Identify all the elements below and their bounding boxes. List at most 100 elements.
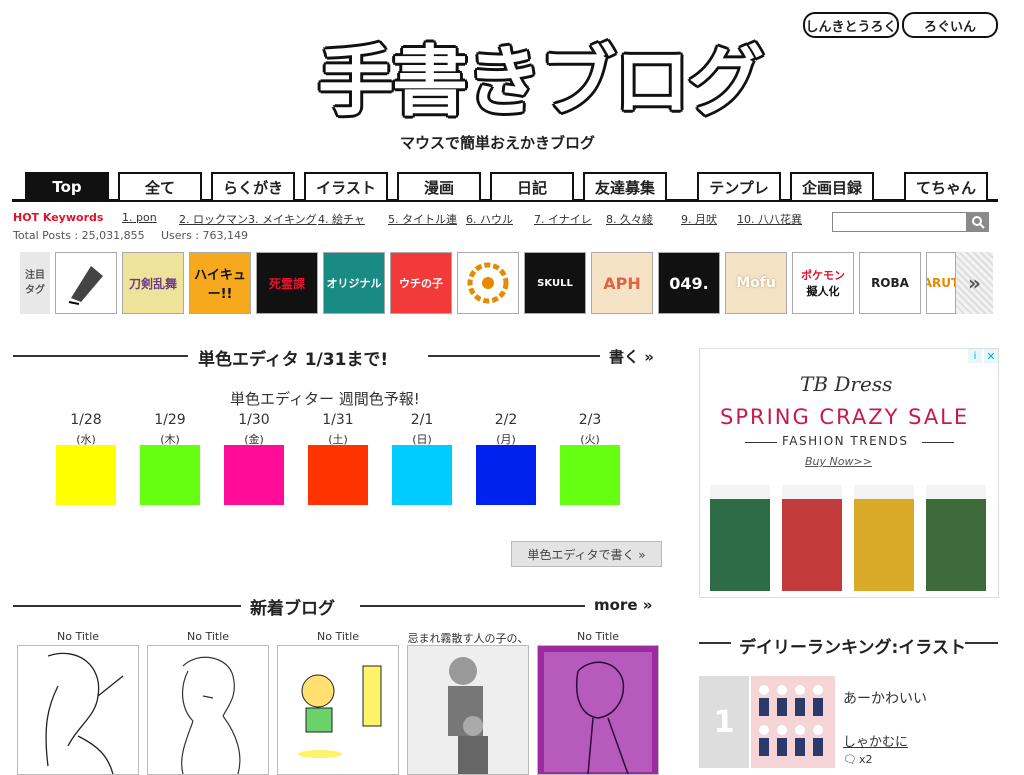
tag-thumb[interactable] bbox=[55, 252, 117, 314]
tag-thumb[interactable]: ウチの子 bbox=[390, 252, 452, 314]
blog-thumbnail[interactable] bbox=[407, 645, 529, 775]
tab-friends[interactable]: 友達募集 bbox=[583, 172, 667, 200]
rank-entry-author[interactable]: しゃかむに bbox=[843, 731, 908, 750]
mono-editor-write-link[interactable]: 書く » bbox=[609, 346, 654, 367]
forecast-date: 1/31 bbox=[322, 412, 354, 428]
forecast-date: 1/28 bbox=[70, 412, 102, 428]
keyword-link[interactable]: 3. メイキング bbox=[248, 211, 317, 227]
color-swatch bbox=[56, 445, 116, 505]
mono-editor-title: 単色エディタ 1/31まで! bbox=[198, 350, 389, 370]
section-divider bbox=[13, 355, 188, 357]
section-divider bbox=[13, 605, 241, 607]
forecast-title: 単色エディター 週間色予報! bbox=[230, 390, 420, 408]
tag-thumb[interactable]: 刀剣乱舞 bbox=[122, 252, 184, 314]
search-button[interactable] bbox=[967, 212, 989, 232]
rank-thumbnail[interactable] bbox=[751, 676, 835, 768]
ad-dress-image bbox=[854, 485, 914, 591]
blog-thumbnail[interactable] bbox=[277, 645, 399, 775]
ad-buy-link[interactable]: Buy Now>> bbox=[805, 455, 872, 468]
adchoices-icon[interactable]: i bbox=[968, 349, 982, 363]
site-tagline: マウスで簡単おえかきブログ bbox=[400, 134, 596, 152]
ad-brand: TB Dress bbox=[800, 372, 893, 396]
tab-template[interactable]: テンプレ bbox=[697, 172, 781, 200]
new-blogs-title: 新着ブログ bbox=[250, 599, 335, 619]
keyword-link[interactable]: 10. 八八花異 bbox=[737, 211, 802, 227]
color-swatch bbox=[560, 445, 620, 505]
tab-rakugaki[interactable]: らくがき bbox=[211, 172, 295, 200]
color-swatch bbox=[308, 445, 368, 505]
keyword-link[interactable]: 8. 久々綾 bbox=[606, 211, 653, 227]
hot-keywords-label: HOT Keywords bbox=[13, 211, 104, 224]
search-icon bbox=[972, 216, 985, 229]
ad-dress-image bbox=[926, 485, 986, 591]
register-button[interactable]: しんきとうろく bbox=[803, 12, 899, 38]
tags-more-button[interactable]: » bbox=[956, 252, 993, 314]
tab-illust[interactable]: イラスト bbox=[304, 172, 388, 200]
tab-diary[interactable]: 日記 bbox=[490, 172, 574, 200]
tag-thumb[interactable]: NARUTO bbox=[926, 252, 956, 314]
keyword-link[interactable]: 1. pon bbox=[122, 211, 157, 224]
keyword-link[interactable]: 5. タイトル連 bbox=[388, 211, 457, 227]
tag-thumb[interactable]: Mofu bbox=[725, 252, 787, 314]
blog-title[interactable]: 忌まれ霧散す人の子の、 bbox=[407, 630, 529, 646]
ad-close-icon[interactable]: ✕ bbox=[984, 349, 998, 363]
color-swatch bbox=[140, 445, 200, 505]
total-posts: Total Posts : 25,031,855 bbox=[13, 229, 145, 242]
new-blogs-more-link[interactable]: more » bbox=[594, 596, 652, 614]
blog-thumbnail[interactable] bbox=[147, 645, 269, 775]
site-logo[interactable]: 手書きブログ bbox=[318, 20, 764, 130]
section-divider bbox=[428, 355, 600, 357]
tab-projects[interactable]: 企画目録 bbox=[790, 172, 874, 200]
keyword-link[interactable]: 9. 月吠 bbox=[681, 211, 717, 227]
ad-headline: SPRING CRAZY SALE bbox=[720, 405, 970, 429]
tag-thumb[interactable]: ROBA bbox=[859, 252, 921, 314]
forecast-date: 2/3 bbox=[578, 412, 602, 428]
rank-entry-title[interactable]: あーかわいい bbox=[843, 688, 927, 708]
forecast-date: 1/29 bbox=[154, 412, 186, 428]
keyword-link[interactable]: 4. 絵チャ bbox=[318, 211, 365, 227]
tab-techan[interactable]: てちゃん bbox=[904, 172, 988, 200]
forecast-date: 1/30 bbox=[238, 412, 270, 428]
section-divider bbox=[360, 605, 585, 607]
tag-thumb[interactable]: ハイキュー!! bbox=[189, 252, 251, 314]
mono-editor-button[interactable]: 単色エディタで書く » bbox=[511, 541, 662, 567]
section-divider bbox=[699, 642, 731, 644]
ad-rule bbox=[745, 442, 777, 443]
ad-subheadline: FASHION TRENDS bbox=[782, 434, 909, 448]
ranking-title: デイリーランキング:イラスト bbox=[739, 638, 966, 658]
blog-thumbnail[interactable] bbox=[537, 645, 659, 775]
search-input[interactable] bbox=[832, 212, 967, 232]
users-count: Users : 763,149 bbox=[161, 229, 248, 242]
tag-thumb[interactable]: 死霊課 bbox=[256, 252, 318, 314]
login-button[interactable]: ろぐいん bbox=[902, 12, 998, 38]
tag-thumb[interactable] bbox=[457, 252, 519, 314]
ad-dress-image bbox=[782, 485, 842, 591]
tag-thumb[interactable]: オリジナル bbox=[323, 252, 385, 314]
keyword-link[interactable]: 7. イナイレ bbox=[534, 211, 592, 227]
blog-title[interactable]: No Title bbox=[17, 630, 139, 643]
forecast-date: 2/1 bbox=[410, 412, 434, 428]
ad-rule bbox=[922, 442, 954, 443]
keyword-link[interactable]: 6. ハウル bbox=[466, 211, 513, 227]
color-swatch bbox=[392, 445, 452, 505]
blog-thumbnail[interactable] bbox=[17, 645, 139, 775]
rank-number: 1 bbox=[699, 676, 749, 768]
tag-thumb[interactable]: APH bbox=[591, 252, 653, 314]
featured-tags-label: 注目 タグ bbox=[20, 252, 50, 314]
blog-title[interactable]: No Title bbox=[147, 630, 269, 643]
forecast-date: 2/2 bbox=[494, 412, 518, 428]
ad-dress-image bbox=[710, 485, 770, 591]
comment-icon: 🗨 bbox=[843, 753, 857, 766]
color-swatch bbox=[476, 445, 536, 505]
color-swatch bbox=[224, 445, 284, 505]
tab-manga[interactable]: 漫画 bbox=[397, 172, 481, 200]
rank-entry-comments: 🗨 x2 bbox=[843, 753, 873, 766]
tab-top[interactable]: Top bbox=[25, 172, 109, 200]
tag-thumb[interactable]: 049. bbox=[658, 252, 720, 314]
blog-title[interactable]: No Title bbox=[537, 630, 659, 643]
keyword-link[interactable]: 2. ロックマン bbox=[179, 211, 248, 227]
blog-title[interactable]: No Title bbox=[277, 630, 399, 643]
tag-thumb[interactable]: ポケモン 擬人化 bbox=[792, 252, 854, 314]
tag-thumb[interactable]: SKULL bbox=[524, 252, 586, 314]
tab-all[interactable]: 全て bbox=[118, 172, 202, 200]
